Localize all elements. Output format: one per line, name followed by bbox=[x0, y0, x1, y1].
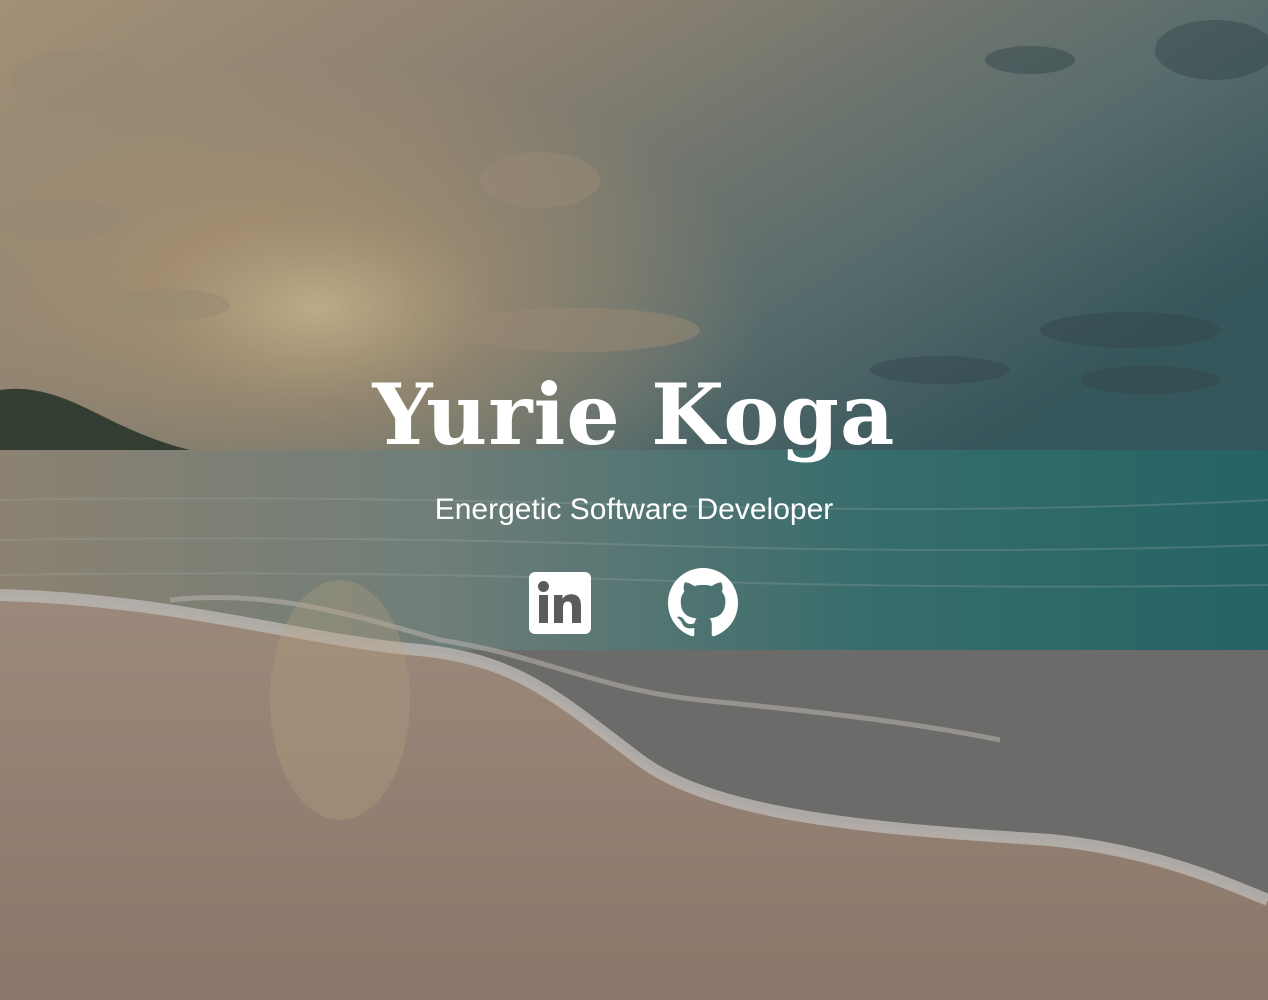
hero-content: Yurie Koga Energetic Software Developer bbox=[0, 360, 1268, 640]
social-links bbox=[0, 568, 1268, 640]
github-icon bbox=[668, 568, 738, 637]
github-link[interactable] bbox=[668, 568, 738, 638]
hero-tagline: Energetic Software Developer bbox=[434, 493, 834, 526]
linkedin-link[interactable] bbox=[525, 568, 595, 638]
linkedin-icon bbox=[529, 572, 591, 634]
hero-name: Yurie Koga bbox=[372, 365, 896, 464]
hero-section: Yurie Koga Energetic Software Developer bbox=[0, 0, 1268, 1000]
